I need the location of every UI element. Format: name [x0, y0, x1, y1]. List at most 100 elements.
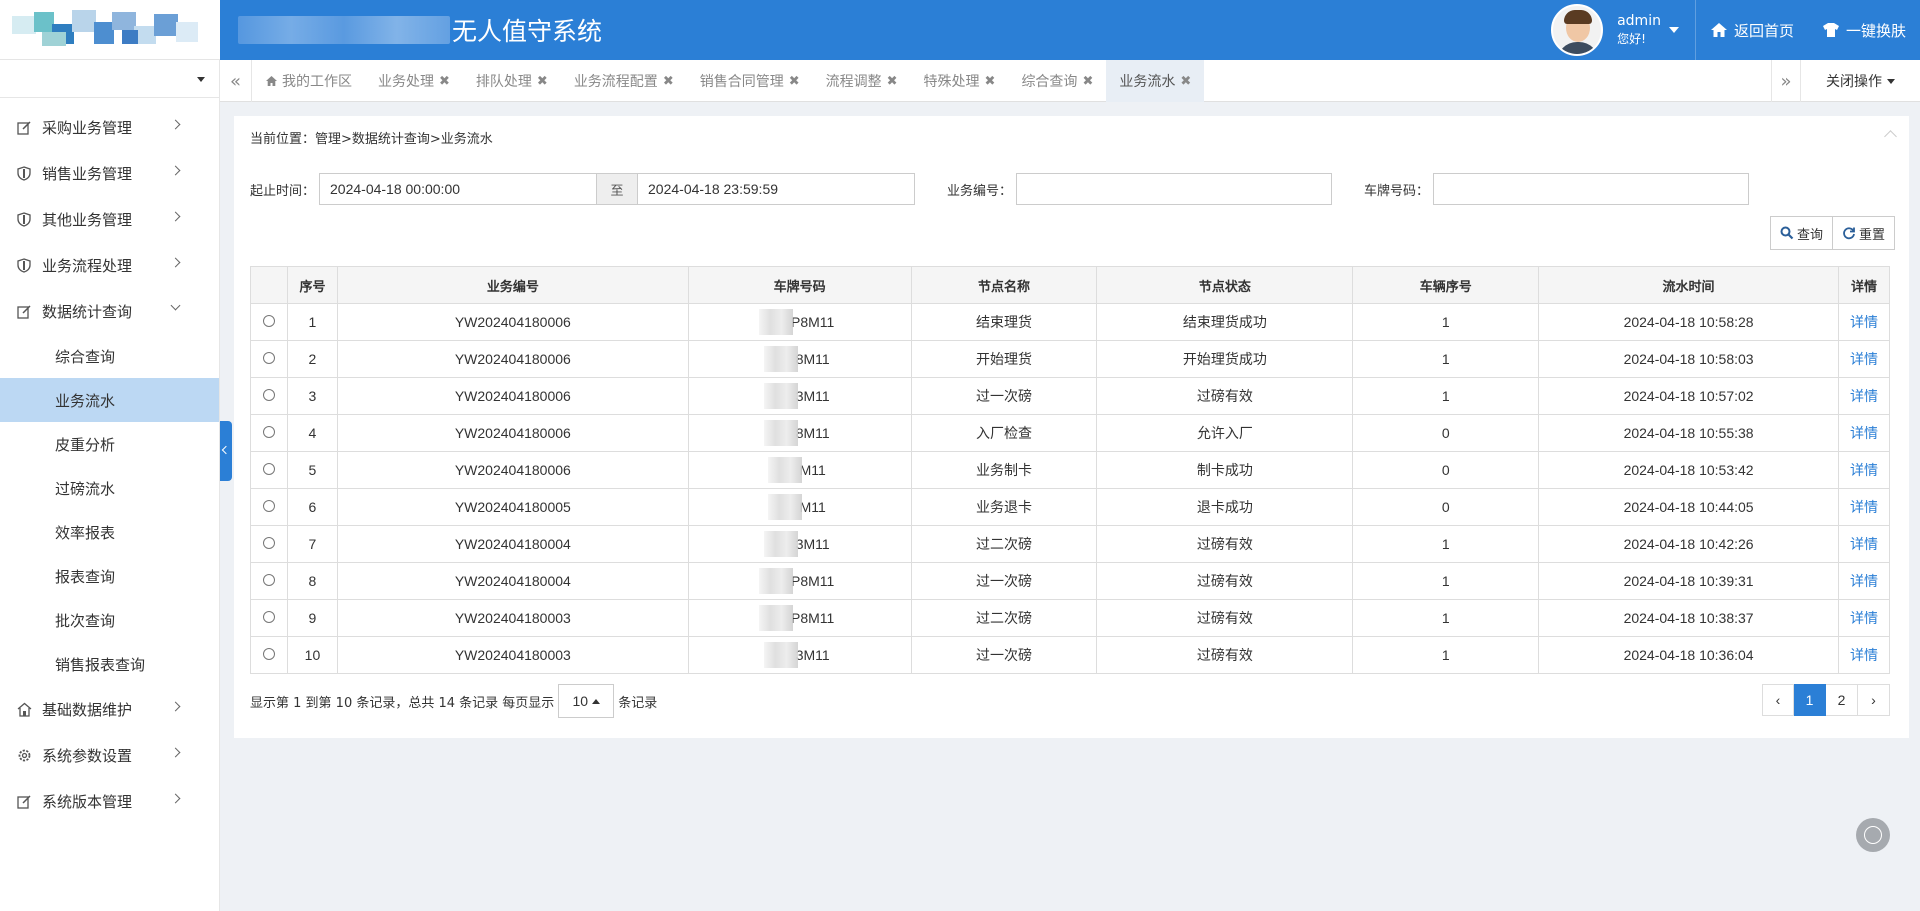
row-radio[interactable] [262, 500, 275, 512]
tab-sales-contract[interactable]: 销售合同管理 ✖ [687, 60, 813, 102]
row-radio[interactable] [262, 352, 275, 364]
page-button-1[interactable]: 1 [1794, 684, 1826, 716]
detail-link[interactable]: 详情 [1850, 351, 1878, 367]
sidebar-item-purchase[interactable]: 采购业务管理 [0, 104, 219, 150]
close-icon[interactable]: ✖ [887, 74, 898, 89]
search-button[interactable]: 查询 [1769, 216, 1833, 250]
chevron-up-icon[interactable] [1884, 130, 1897, 143]
tab-business-flow[interactable]: 业务流水 ✖ [1106, 60, 1205, 102]
cell-biz-no: YW202404180004 [336, 562, 689, 600]
user-greeting: 您好! [1617, 32, 1646, 46]
detail-link[interactable]: 详情 [1850, 314, 1878, 330]
tab-flow-config[interactable]: 业务流程配置 ✖ [561, 60, 687, 102]
tab-queue-processing[interactable]: 排队处理 ✖ [463, 60, 561, 102]
page-size-select[interactable]: 10 [558, 684, 615, 718]
table-row[interactable]: 5 YW202404180006 M11 业务制卡 制卡成功 0 2024-04-18 10… [250, 451, 1891, 489]
sidebar-subitem-batch-query[interactable]: 批次查询 [0, 598, 219, 642]
detail-link[interactable]: 详情 [1850, 425, 1878, 441]
detail-link[interactable]: 详情 [1850, 462, 1878, 478]
tabs-scroll-right-icon[interactable]: » [1771, 60, 1801, 102]
user-menu[interactable]: admin 您好! [1617, 12, 1661, 48]
tabs-scroll-left-icon[interactable]: « [220, 60, 252, 102]
detail-link[interactable]: 详情 [1850, 610, 1878, 626]
sidebar-collapse-toggle[interactable] [220, 421, 232, 481]
sidebar-item-parameters[interactable]: 系统参数设置 [0, 732, 219, 778]
row-radio[interactable] [262, 315, 275, 327]
tab-special-handling[interactable]: 特殊处理 ✖ [911, 60, 1009, 102]
table-header-cell[interactable]: 节点状态 [1096, 266, 1354, 304]
breadcrumb: 当前位置：管理>数据统计查询>业务流水 [250, 132, 493, 147]
row-radio[interactable] [262, 463, 275, 475]
detail-link[interactable]: 详情 [1850, 573, 1878, 589]
close-operations-dropdown[interactable]: 关闭操作 [1801, 60, 1920, 102]
info-float-button[interactable] [1856, 818, 1890, 852]
table-header-cell[interactable]: 流水时间 [1538, 266, 1839, 304]
table-row[interactable]: 8 YW202404180004 P8M11 过一次磅 过磅有效 1 2024-04-18 … [250, 562, 1891, 600]
sidebar-subitem-sales-report[interactable]: 销售报表查询 [0, 642, 219, 686]
cell-plate: 3M11 [687, 377, 912, 415]
table-row[interactable]: 1 YW202404180006 P8M11 结束理货 结束理货成功 1 2024-04-1… [250, 303, 1891, 341]
row-radio[interactable] [262, 389, 275, 401]
avatar[interactable] [1551, 4, 1604, 56]
close-icon[interactable]: ✖ [1082, 74, 1093, 89]
detail-link[interactable]: 详情 [1850, 536, 1878, 552]
sidebar-item-statistics[interactable]: 数据统计查询 [0, 288, 219, 334]
tab-comprehensive-query[interactable]: 综合查询 ✖ [1008, 60, 1106, 102]
tab-flow-adjust[interactable]: 流程调整 ✖ [813, 60, 911, 102]
sidebar-subitem-report-query[interactable]: 报表查询 [0, 554, 219, 598]
cell-detail: 详情 [1837, 488, 1891, 526]
next-page-button[interactable]: › [1858, 684, 1890, 716]
table-row[interactable]: 10 YW202404180003 3M11 过一次磅 过磅有效 1 2024-04-18 … [250, 636, 1891, 674]
table-header-cell[interactable]: 序号 [286, 266, 338, 304]
sidebar-subitem-tare-analysis[interactable]: 皮重分析 [0, 422, 219, 466]
table-row[interactable]: 9 YW202404180003 P8M11 过二次磅 过磅有效 1 2024-04-18 … [250, 599, 1891, 637]
table-row[interactable]: 6 YW202404180005 M11 业务退卡 退卡成功 0 2024-04-18 10… [250, 488, 1891, 526]
biz-no-input[interactable] [1016, 173, 1333, 205]
table-header-cell[interactable]: 车辆序号 [1352, 266, 1540, 304]
close-icon[interactable]: ✖ [985, 74, 996, 89]
sidebar-subitem-comprehensive[interactable]: 综合查询 [0, 334, 219, 378]
home-button[interactable]: 返回首页 [1696, 0, 1808, 60]
skin-button[interactable]: 一键换肤 [1808, 0, 1920, 60]
table-header-cell[interactable]: 业务编号 [336, 266, 689, 304]
cell-status: 退卡成功 [1096, 488, 1354, 526]
detail-link[interactable]: 详情 [1850, 647, 1878, 663]
tab-workspace[interactable]: 我的工作区 [252, 60, 365, 102]
detail-link[interactable]: 详情 [1850, 388, 1878, 404]
table-header-cell[interactable]: 节点名称 [910, 266, 1098, 304]
row-radio[interactable] [262, 611, 275, 623]
close-icon[interactable]: ✖ [789, 74, 800, 89]
reset-button[interactable]: 重置 [1832, 216, 1895, 250]
prev-page-button[interactable]: ‹ [1762, 684, 1794, 716]
sidebar-item-other[interactable]: 其他业务管理 [0, 196, 219, 242]
plate-input[interactable] [1433, 173, 1750, 205]
cell-biz-no: YW202404180004 [336, 525, 689, 563]
end-time-input[interactable]: 2024-04-18 23:59:59 [637, 173, 916, 205]
start-time-input[interactable]: 2024-04-18 00:00:00 [319, 173, 598, 205]
sidebar-subitem-weighing-flow[interactable]: 过磅流水 [0, 466, 219, 510]
sidebar-subitem-business-flow[interactable]: 业务流水 [0, 378, 219, 422]
user-dropdown-icon[interactable] [1668, 27, 1679, 33]
row-radio[interactable] [262, 574, 275, 586]
sidebar-item-sales[interactable]: 销售业务管理 [0, 150, 219, 196]
sidebar-item-version[interactable]: 系统版本管理 [0, 778, 219, 824]
close-icon[interactable]: ✖ [537, 74, 548, 89]
row-radio[interactable] [262, 648, 275, 660]
row-radio[interactable] [262, 426, 275, 438]
close-icon[interactable]: ✖ [663, 74, 674, 89]
table-row[interactable]: 2 YW202404180006 8M11 开始理货 开始理货成功 1 2024-04-18… [250, 340, 1891, 378]
sidebar-item-basic-data[interactable]: 基础数据维护 [0, 686, 219, 732]
close-icon[interactable]: ✖ [1180, 74, 1191, 89]
row-radio[interactable] [262, 537, 275, 549]
sidebar-select[interactable] [0, 60, 219, 98]
table-header-cell[interactable]: 车牌号码 [687, 266, 912, 304]
sidebar-subitem-efficiency[interactable]: 效率报表 [0, 510, 219, 554]
close-icon[interactable]: ✖ [439, 74, 450, 89]
table-row[interactable]: 7 YW202404180004 3M11 过二次磅 过磅有效 1 2024-04-18 1… [250, 525, 1891, 563]
tab-business-processing[interactable]: 业务处理 ✖ [365, 60, 463, 102]
detail-link[interactable]: 详情 [1850, 499, 1878, 515]
sidebar-item-process[interactable]: 业务流程处理 [0, 242, 219, 288]
table-row[interactable]: 3 YW202404180006 3M11 过一次磅 过磅有效 1 2024-04-18 1… [250, 377, 1891, 415]
table-row[interactable]: 4 YW202404180006 8M11 入厂检查 允许入厂 0 2024-04-18 1… [250, 414, 1891, 452]
page-button-2[interactable]: 2 [1826, 684, 1858, 716]
